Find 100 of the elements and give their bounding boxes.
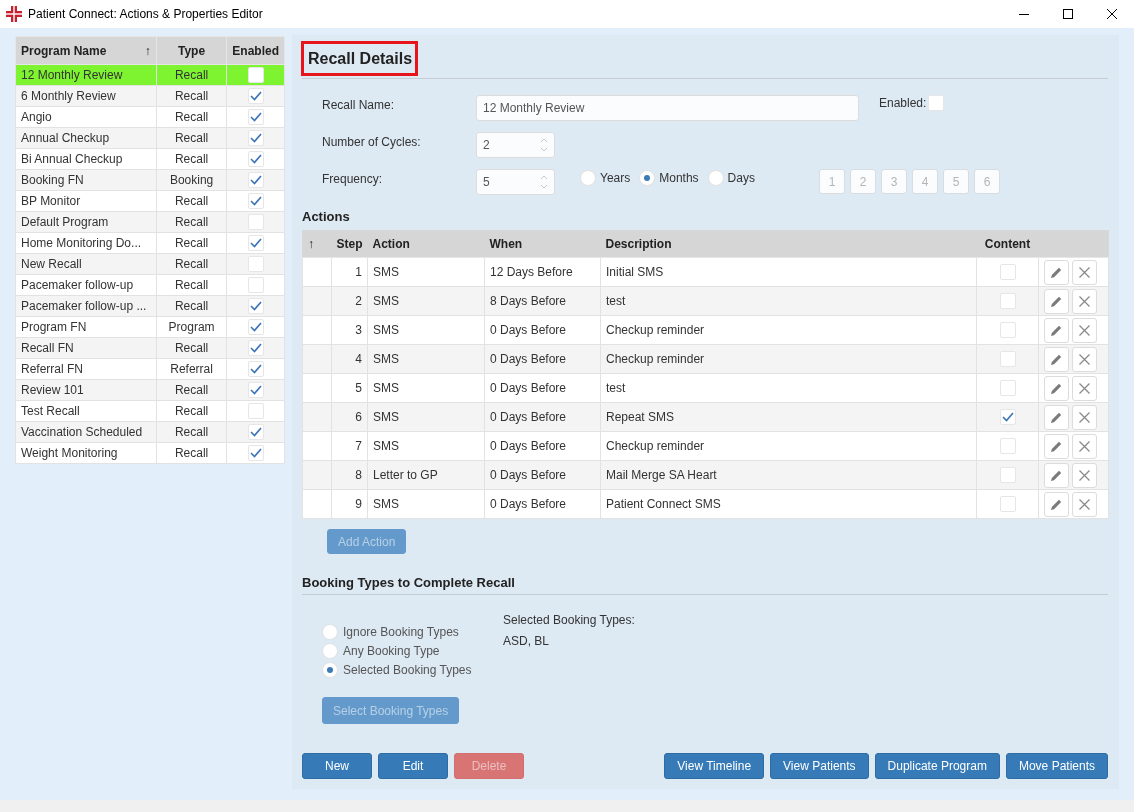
content-checkbox[interactable] xyxy=(999,293,1016,309)
enabled-checkbox[interactable] xyxy=(247,193,264,209)
action-button[interactable]: Move Patients xyxy=(1005,753,1108,779)
action-button[interactable]: Edit xyxy=(378,753,448,779)
delete-button[interactable] xyxy=(1072,491,1097,517)
program-row[interactable]: Home Monitoring Do... Recall xyxy=(15,232,285,254)
edit-button[interactable] xyxy=(1044,346,1069,372)
program-row[interactable]: Review 101 Recall xyxy=(15,379,285,401)
close-icon[interactable] xyxy=(1107,9,1117,19)
enabled-checkbox[interactable] xyxy=(247,403,264,419)
edit-button[interactable] xyxy=(1044,404,1069,430)
column-header[interactable]: Enabled xyxy=(226,36,285,65)
program-row[interactable]: Test Recall Recall xyxy=(15,400,285,422)
program-row[interactable]: Vaccination Scheduled Recall xyxy=(15,421,285,443)
sort-arrow[interactable]: ↑ xyxy=(308,237,314,251)
edit-button[interactable] xyxy=(1044,375,1069,401)
program-row[interactable]: Program FN Program xyxy=(15,316,285,338)
content-checkbox[interactable] xyxy=(999,322,1016,338)
enabled-checkbox[interactable] xyxy=(247,88,264,104)
column-header[interactable]: When xyxy=(484,230,601,258)
enabled-checkbox[interactable] xyxy=(247,277,264,293)
program-row[interactable]: Default Program Recall xyxy=(15,211,285,233)
action-button[interactable]: Duplicate Program xyxy=(874,753,1000,779)
delete-button[interactable] xyxy=(1072,404,1097,430)
action-button[interactable]: View Patients xyxy=(770,753,869,779)
radio-label: Years xyxy=(600,171,631,185)
program-row[interactable]: Pacemaker follow-up Recall xyxy=(15,274,285,296)
delete-button[interactable] xyxy=(1072,317,1097,343)
booking-radio[interactable] xyxy=(322,624,338,640)
recall-name-field[interactable]: 12 Monthly Review xyxy=(476,95,859,121)
program-row[interactable]: Annual Checkup Recall xyxy=(15,127,285,149)
cycles-spinner[interactable]: 2 xyxy=(476,132,555,158)
delete-button[interactable] xyxy=(1072,288,1097,314)
enabled-checkbox[interactable] xyxy=(247,298,264,314)
enabled-checkbox[interactable] xyxy=(247,214,264,230)
content-checkbox[interactable] xyxy=(999,438,1016,454)
unit-radio[interactable] xyxy=(707,170,724,186)
program-row[interactable]: Pacemaker follow-up ... Recall xyxy=(15,295,285,317)
maximize-icon[interactable] xyxy=(1063,9,1073,19)
content-checkbox[interactable] xyxy=(999,409,1016,425)
program-row[interactable]: Bi Annual Checkup Recall xyxy=(15,148,285,170)
program-row[interactable]: Angio Recall xyxy=(15,106,285,128)
content-checkbox[interactable] xyxy=(999,264,1016,280)
sort-arrow[interactable]: ↑ xyxy=(144,43,151,58)
program-row[interactable]: Referral FN Referral xyxy=(15,358,285,380)
enabled-checkbox[interactable] xyxy=(247,235,264,251)
program-row[interactable]: 6 Monthly Review Recall xyxy=(15,85,285,107)
enabled-checkbox[interactable] xyxy=(247,172,264,188)
action-button[interactable]: View Timeline xyxy=(664,753,765,779)
pencil-icon xyxy=(1050,497,1063,511)
enabled-checkbox[interactable] xyxy=(247,424,264,440)
enabled-checkbox[interactable] xyxy=(247,151,264,167)
radio-label: Ignore Booking Types xyxy=(343,625,459,639)
table-cell: Recall xyxy=(156,106,227,128)
enabled-checkbox[interactable] xyxy=(247,67,264,83)
enabled-checkbox[interactable] xyxy=(247,340,264,356)
edit-button[interactable] xyxy=(1044,259,1069,285)
booking-radio[interactable] xyxy=(322,643,338,659)
program-row[interactable]: BP Monitor Recall xyxy=(15,190,285,212)
edit-button[interactable] xyxy=(1044,288,1069,314)
edit-button[interactable] xyxy=(1044,491,1069,517)
action-button[interactable]: New xyxy=(302,753,372,779)
delete-button[interactable] xyxy=(1072,375,1097,401)
column-header[interactable]: Program Name ↑ xyxy=(15,36,157,65)
program-row[interactable]: New Recall Recall xyxy=(15,253,285,275)
booking-radio[interactable] xyxy=(322,662,338,678)
enabled-checkbox[interactable] xyxy=(247,445,264,461)
enabled-checkbox[interactable] xyxy=(928,95,945,111)
enabled-checkbox[interactable] xyxy=(247,319,264,335)
content-checkbox[interactable] xyxy=(999,351,1016,367)
column-header[interactable]: Step xyxy=(331,230,368,258)
table-cell: Recall xyxy=(156,442,227,464)
unit-radio[interactable] xyxy=(639,170,656,186)
column-header[interactable]: Action xyxy=(367,230,485,258)
delete-button[interactable] xyxy=(1072,462,1097,488)
column-header[interactable]: Type xyxy=(156,36,227,65)
enabled-checkbox[interactable] xyxy=(247,109,264,125)
enabled-checkbox[interactable] xyxy=(247,361,264,377)
delete-button[interactable] xyxy=(1072,259,1097,285)
program-row[interactable]: Recall FN Recall xyxy=(15,337,285,359)
enabled-checkbox[interactable] xyxy=(247,130,264,146)
content-checkbox[interactable] xyxy=(999,496,1016,512)
edit-button[interactable] xyxy=(1044,462,1069,488)
delete-button[interactable] xyxy=(1072,346,1097,372)
column-header[interactable]: Content xyxy=(976,230,1039,258)
enabled-checkbox[interactable] xyxy=(247,256,264,272)
program-row[interactable]: Weight Monitoring Recall xyxy=(15,442,285,464)
edit-button[interactable] xyxy=(1044,317,1069,343)
pencil-icon xyxy=(1050,323,1063,337)
delete-button[interactable] xyxy=(1072,433,1097,459)
content-checkbox[interactable] xyxy=(999,380,1016,396)
edit-button[interactable] xyxy=(1044,433,1069,459)
content-checkbox[interactable] xyxy=(999,467,1016,483)
program-row[interactable]: 12 Monthly Review Recall xyxy=(15,64,285,86)
program-row[interactable]: Booking FN Booking xyxy=(15,169,285,191)
enabled-checkbox[interactable] xyxy=(247,382,264,398)
unit-radio[interactable] xyxy=(580,170,596,186)
column-header[interactable]: Description xyxy=(600,230,977,258)
frequency-spinner[interactable]: 5 xyxy=(476,169,555,195)
table-cell: SMS xyxy=(367,315,485,345)
